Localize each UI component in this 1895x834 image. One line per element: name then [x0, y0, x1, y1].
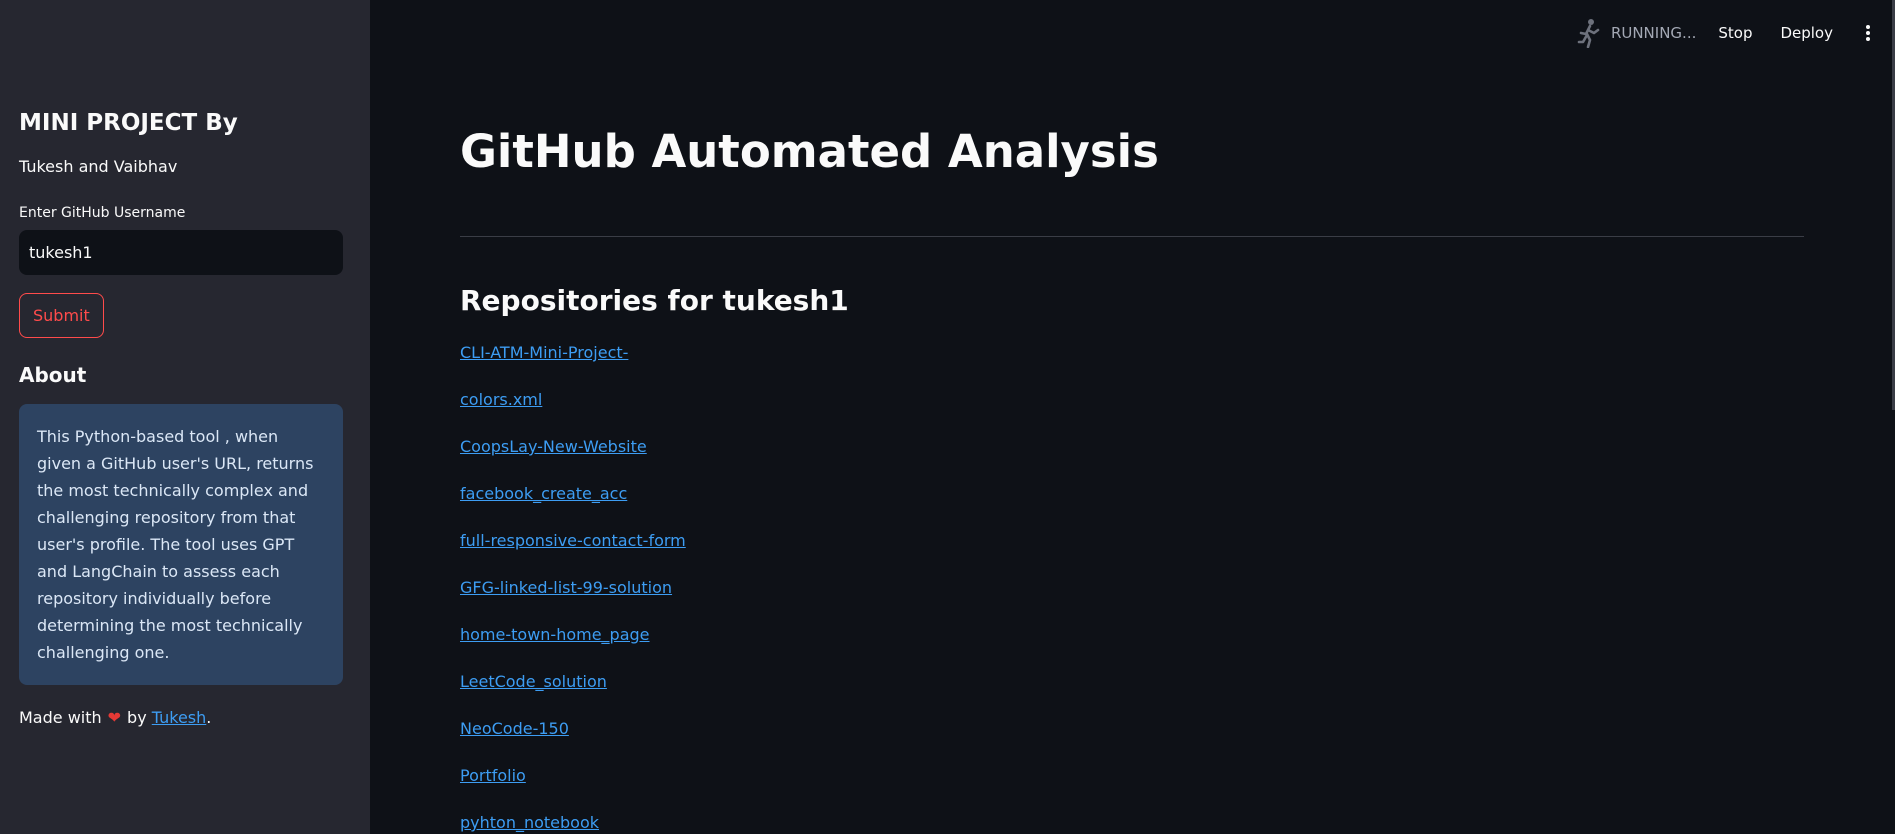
repo-link[interactable]: LeetCode_solution: [460, 672, 607, 691]
repos-heading: Repositories for tukesh1: [460, 284, 849, 317]
app: MINI PROJECT By Tukesh and Vaibhav Enter…: [0, 0, 1895, 834]
list-item: Portfolio: [460, 765, 686, 812]
username-input[interactable]: [19, 230, 343, 275]
sidebar-authors: Tukesh and Vaibhav: [19, 157, 178, 176]
heart-icon: ❤: [107, 708, 122, 727]
main-menu-icon[interactable]: [1861, 22, 1875, 44]
top-toolbar: RUNNING... Stop Deploy: [1577, 16, 1875, 50]
repo-link[interactable]: CLI-ATM-Mini-Project-: [460, 343, 628, 362]
list-item: colors.xml: [460, 389, 686, 436]
stop-button[interactable]: Stop: [1718, 24, 1752, 42]
about-info-box: This Python-based tool , when given a Gi…: [19, 404, 343, 685]
made-with-prefix: Made with: [19, 708, 102, 727]
running-man-icon: [1577, 19, 1600, 48]
submit-button[interactable]: Submit: [19, 293, 104, 338]
list-item: CLI-ATM-Mini-Project-: [460, 342, 686, 389]
repo-link[interactable]: NeoCode-150: [460, 719, 569, 738]
sidebar: MINI PROJECT By Tukesh and Vaibhav Enter…: [0, 0, 370, 834]
page-title: GitHub Automated Analysis: [460, 125, 1159, 178]
list-item: pyhton_notebook: [460, 812, 686, 834]
repo-link[interactable]: CoopsLay-New-Website: [460, 437, 647, 456]
repo-link[interactable]: pyhton_notebook: [460, 813, 599, 832]
made-with-by: by: [127, 708, 147, 727]
divider: [460, 236, 1804, 237]
repo-link[interactable]: colors.xml: [460, 390, 542, 409]
list-item: facebook_create_acc: [460, 483, 686, 530]
repo-link[interactable]: Portfolio: [460, 766, 526, 785]
repo-list: CLI-ATM-Mini-Project- colors.xml CoopsLa…: [460, 342, 686, 834]
about-title: About: [19, 363, 87, 387]
repo-link[interactable]: facebook_create_acc: [460, 484, 627, 503]
repo-link[interactable]: full-responsive-contact-form: [460, 531, 686, 550]
list-item: NeoCode-150: [460, 718, 686, 765]
list-item: CoopsLay-New-Website: [460, 436, 686, 483]
repo-link[interactable]: GFG-linked-list-99-solution: [460, 578, 672, 597]
sidebar-title: MINI PROJECT By: [19, 110, 238, 136]
made-with-footer: Made with ❤ by Tukesh.: [19, 707, 344, 729]
username-label: Enter GitHub Username: [19, 205, 186, 221]
running-status: RUNNING...: [1610, 24, 1697, 42]
list-item: GFG-linked-list-99-solution: [460, 577, 686, 624]
main-content: RUNNING... Stop Deploy GitHub Automated …: [370, 0, 1895, 834]
list-item: full-responsive-contact-form: [460, 530, 686, 577]
deploy-button[interactable]: Deploy: [1780, 24, 1833, 42]
author-link[interactable]: Tukesh: [152, 708, 207, 727]
list-item: LeetCode_solution: [460, 671, 686, 718]
made-with-suffix: .: [206, 708, 212, 727]
list-item: home-town-home_page: [460, 624, 686, 671]
repo-link[interactable]: home-town-home_page: [460, 625, 650, 644]
